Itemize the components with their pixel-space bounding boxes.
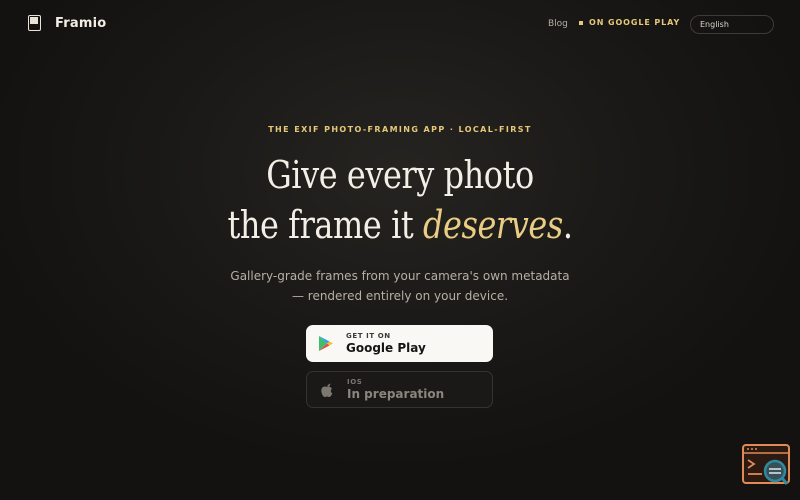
terminal-search-icon[interactable]	[742, 444, 790, 486]
photo-frame-icon	[28, 15, 41, 31]
hero-eyebrow: THE EXIF PHOTO-FRAMING APP · LOCAL-FIRST	[268, 125, 532, 134]
ios-big-label: In preparation	[347, 386, 445, 401]
apple-icon	[307, 382, 347, 398]
ios-button-text: IOS In preparation	[347, 378, 444, 402]
nav-google-play-link[interactable]: ON GOOGLE PLAY	[579, 18, 680, 27]
brand-logo[interactable]: Framio	[28, 15, 106, 31]
hero-subtitle-line2: — rendered entirely on your device.	[291, 289, 509, 303]
google-play-big-label: Google Play	[346, 340, 426, 355]
nav-google-play-label: ON GOOGLE PLAY	[589, 18, 681, 27]
hero-title-period: .	[562, 203, 573, 247]
google-play-button[interactable]: GET IT ON Google Play	[306, 325, 493, 362]
hero-title-line2: the frame it deserves.	[64, 200, 736, 250]
ios-small-label: IOS	[347, 377, 363, 386]
brand-name: Framio	[55, 15, 107, 31]
hero-title-line1: Give every photo	[266, 153, 534, 197]
hero-title: Give every photo the frame it deserves.	[0, 150, 800, 250]
page-background	[0, 0, 800, 500]
site-header: Framio Blog ON GOOGLE PLAY English	[0, 0, 800, 50]
hero-subtitle-line1: Gallery-grade frames from your camera's …	[230, 269, 570, 283]
google-play-button-text: GET IT ON Google Play	[346, 332, 426, 356]
hero-title-accent: deserves	[423, 203, 563, 247]
google-play-icon	[306, 335, 346, 352]
square-bullet-icon	[579, 20, 583, 25]
hero-subtitle: Gallery-grade frames from your camera's …	[0, 266, 800, 306]
language-select[interactable]: English	[690, 15, 774, 34]
ios-button[interactable]: IOS In preparation	[306, 371, 493, 408]
google-play-small-label: GET IT ON	[346, 331, 391, 340]
nav-blog-link[interactable]: Blog	[548, 19, 568, 29]
hero-title-line2-prefix: the frame it	[227, 203, 424, 247]
